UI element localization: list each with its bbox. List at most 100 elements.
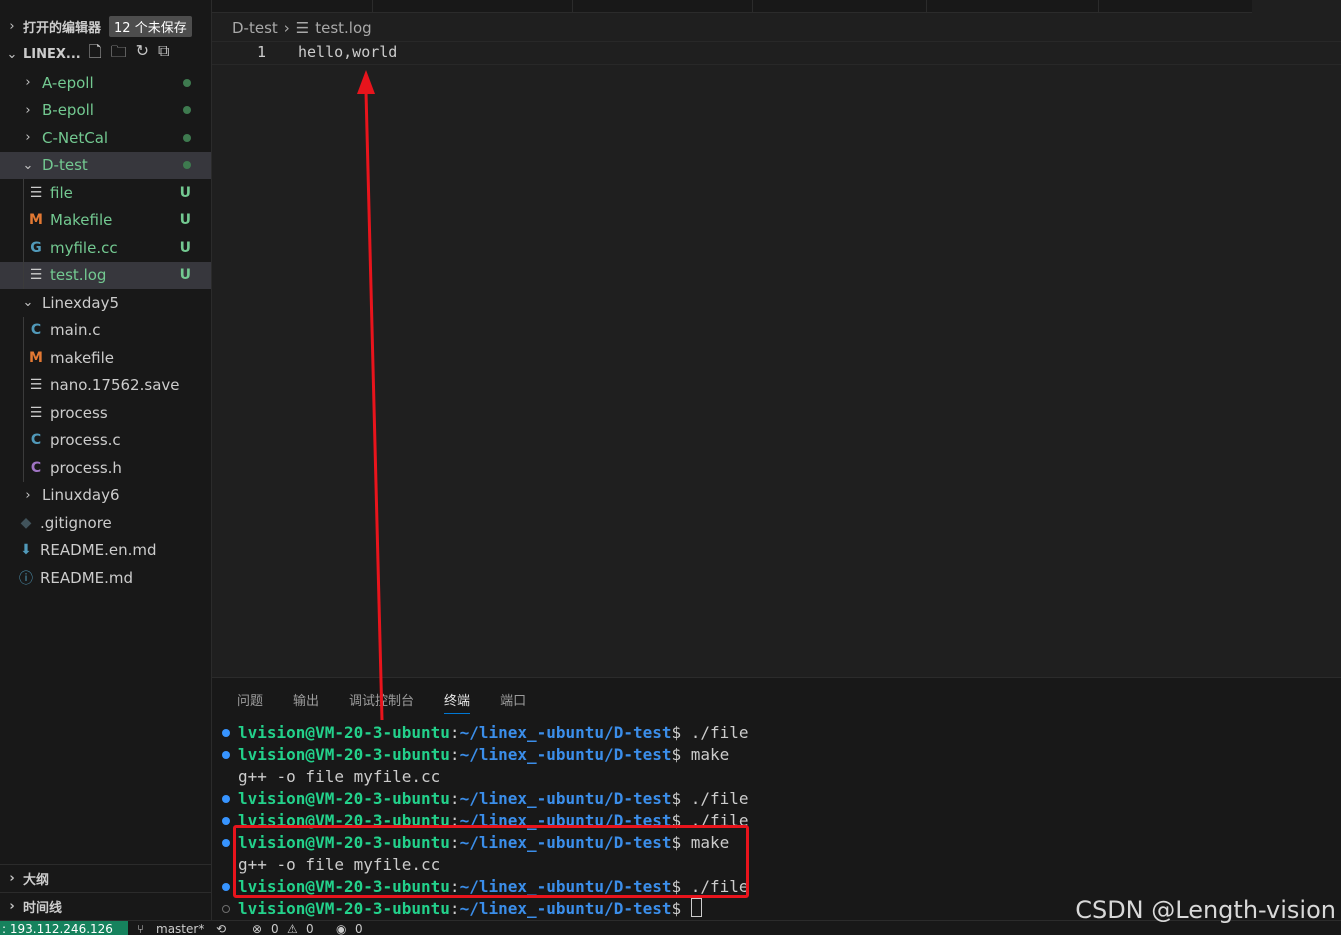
chevron-right-icon: › bbox=[25, 102, 31, 118]
command-decoration-icon[interactable] bbox=[222, 905, 230, 913]
tab-terminal[interactable]: 终端 bbox=[444, 690, 471, 714]
remote-indicator[interactable]: : 193.112.246.126 bbox=[0, 921, 128, 935]
prompt-path: ~/linex_-ubuntu/D-test bbox=[459, 723, 672, 742]
tree-file-readme-en-md[interactable]: ⬇ README.en.md bbox=[0, 537, 211, 564]
command-decoration-icon[interactable] bbox=[222, 839, 230, 847]
explorer-sidebar: › 打开的编辑器 12 个未保存 ⌄ LINEX... 🗋 🗀 ↻ ⧉ › A-e… bbox=[0, 0, 212, 920]
sync-icon[interactable]: ⟲ bbox=[216, 921, 226, 935]
ports-count[interactable]: 0 bbox=[355, 921, 363, 935]
prompt-command bbox=[681, 899, 691, 918]
command-decoration-icon[interactable] bbox=[222, 729, 230, 737]
chevron-right-icon: › bbox=[9, 871, 15, 886]
tree-item-label: process bbox=[50, 403, 108, 422]
tree-item-label: file bbox=[50, 183, 73, 202]
chevron-right-icon: › bbox=[9, 19, 15, 34]
branch-icon: ⑂ bbox=[137, 922, 145, 935]
tree-item-label: test.log bbox=[50, 266, 107, 284]
code-line[interactable]: hello,world bbox=[298, 41, 397, 63]
indent-guide bbox=[23, 179, 24, 289]
tree-file-main-c[interactable]: Cmain.c bbox=[0, 317, 211, 344]
terminal-prompt-line: lvision@VM-20-3-ubuntu:~/linex_-ubuntu/D… bbox=[238, 898, 702, 920]
new-file-icon[interactable]: 🗋 bbox=[89, 41, 102, 68]
lines-icon: ☰ bbox=[29, 184, 43, 201]
chevron-right-icon: › bbox=[9, 899, 15, 914]
command-decoration-icon[interactable] bbox=[222, 817, 230, 825]
collapse-all-icon[interactable]: ⧉ bbox=[158, 41, 169, 68]
command-decoration-icon[interactable] bbox=[222, 795, 230, 803]
command-decoration-icon[interactable] bbox=[222, 883, 230, 891]
prompt-user: lvision@VM-20-3-ubuntu bbox=[238, 899, 450, 918]
tree-file-nano-17562-save[interactable]: ☰ nano.17562.save bbox=[0, 372, 211, 399]
ports-icon: ◉ bbox=[336, 922, 347, 935]
tree-folder-linuxday6[interactable]: › Linuxday6 bbox=[0, 482, 211, 509]
warning-count[interactable]: 0 bbox=[306, 921, 314, 935]
tree-item-label: process.h bbox=[50, 458, 122, 477]
tree-file-myfile-cc[interactable]: Gmyfile.cc U bbox=[0, 234, 211, 261]
watermark: CSDN @Length-vision bbox=[1075, 896, 1336, 924]
tree-item-label: makefile bbox=[50, 348, 115, 367]
unsaved-count-badge: 12 个未保存 bbox=[109, 16, 192, 37]
terminal-cursor bbox=[690, 898, 702, 917]
chevron-right-icon: › bbox=[25, 487, 31, 503]
lines-icon: ☰ bbox=[295, 19, 310, 37]
tree-file-test-log[interactable]: ☰ test.log U bbox=[0, 261, 211, 289]
cpp-icon: G bbox=[30, 239, 42, 256]
modified-dot-icon bbox=[183, 133, 191, 142]
modified-dot-icon bbox=[183, 78, 191, 87]
prompt-user: lvision@VM-20-3-ubuntu bbox=[238, 745, 450, 764]
tab-ports[interactable]: 端口 bbox=[500, 690, 526, 714]
tree-folder-c-netcal[interactable]: › C-NetCal bbox=[0, 124, 211, 151]
tree-file-process-h[interactable]: Cprocess.h bbox=[0, 454, 211, 481]
tab-debug-console[interactable]: 调试控制台 bbox=[349, 690, 414, 714]
c-icon: C bbox=[30, 322, 42, 338]
tree-file-makefile[interactable]: M Makefile U bbox=[0, 207, 211, 234]
tree-file-process[interactable]: ☰ process bbox=[0, 399, 211, 426]
tree-file--gitignore[interactable]: ◆ .gitignore bbox=[0, 509, 211, 536]
git-branch[interactable]: master* bbox=[156, 921, 204, 935]
outline-section[interactable]: › 大纲 bbox=[0, 864, 211, 892]
timeline-section[interactable]: › 时间线 bbox=[0, 892, 211, 920]
makefile-icon: M bbox=[29, 349, 43, 366]
error-icon: ⊗ bbox=[252, 922, 263, 935]
prompt-command: ./file bbox=[681, 723, 749, 742]
git-icon: ◆ bbox=[20, 514, 32, 531]
terminal-prompt-line: lvision@VM-20-3-ubuntu:~/linex_-ubuntu/D… bbox=[238, 723, 749, 742]
tab-problems[interactable]: 问题 bbox=[237, 690, 263, 714]
breadcrumb-folder[interactable]: D-test bbox=[232, 19, 278, 37]
refresh-icon[interactable]: ↻ bbox=[136, 41, 149, 68]
tree-folder-d-test[interactable]: ⌄ D-test bbox=[0, 151, 211, 179]
modified-dot-icon bbox=[183, 161, 191, 169]
prompt-path: ~/linex_-ubuntu/D-test bbox=[459, 899, 672, 918]
tree-item-label: Linuxday6 bbox=[42, 486, 120, 504]
new-folder-icon[interactable]: 🗀 bbox=[111, 41, 127, 68]
open-editors-title: 打开的编辑器 bbox=[23, 21, 102, 36]
terminal-prompt-line: lvision@VM-20-3-ubuntu:~/linex_-ubuntu/D… bbox=[238, 789, 749, 808]
tree-folder-linexday5[interactable]: ⌄ Linexday5 bbox=[0, 289, 211, 316]
tree-file-makefile[interactable]: Mmakefile bbox=[0, 344, 211, 371]
open-editors-section[interactable]: › 打开的编辑器 12 个未保存 bbox=[0, 13, 211, 40]
tree-item-label: B-epoll bbox=[42, 101, 94, 119]
tree-item-label: nano.17562.save bbox=[50, 376, 180, 394]
tree-file-readme-md[interactable]: ⓘ README.md bbox=[0, 564, 211, 591]
git-status-badge: U bbox=[179, 239, 191, 256]
git-status-badge: U bbox=[179, 212, 191, 228]
c-header-icon: C bbox=[30, 459, 42, 476]
warning-icon: ⚠ bbox=[287, 922, 298, 935]
tree-file-process-c[interactable]: Cprocess.c bbox=[0, 427, 211, 454]
tree-item-label: C-NetCal bbox=[42, 128, 109, 147]
modified-dot-icon bbox=[183, 106, 191, 114]
command-decoration-icon[interactable] bbox=[222, 751, 230, 759]
editor-tabs-strip[interactable] bbox=[212, 0, 1252, 13]
tree-folder-a-epoll[interactable]: › A-epoll bbox=[0, 69, 211, 96]
prompt-command: make bbox=[681, 745, 730, 764]
tree-folder-b-epoll[interactable]: › B-epoll bbox=[0, 97, 211, 124]
chevron-right-icon: › bbox=[25, 130, 31, 145]
workspace-root[interactable]: ⌄ LINEX... 🗋 🗀 ↻ ⧉ bbox=[0, 41, 211, 68]
error-count[interactable]: 0 bbox=[271, 921, 279, 935]
tab-output[interactable]: 输出 bbox=[293, 690, 319, 714]
tree-file-file[interactable]: ☰ file U bbox=[0, 179, 211, 206]
breadcrumb-file[interactable]: test.log bbox=[315, 19, 371, 37]
makefile-icon: M bbox=[29, 212, 43, 228]
workspace-root-title: LINEX... bbox=[23, 47, 81, 62]
chevron-right-icon: › bbox=[283, 19, 290, 37]
